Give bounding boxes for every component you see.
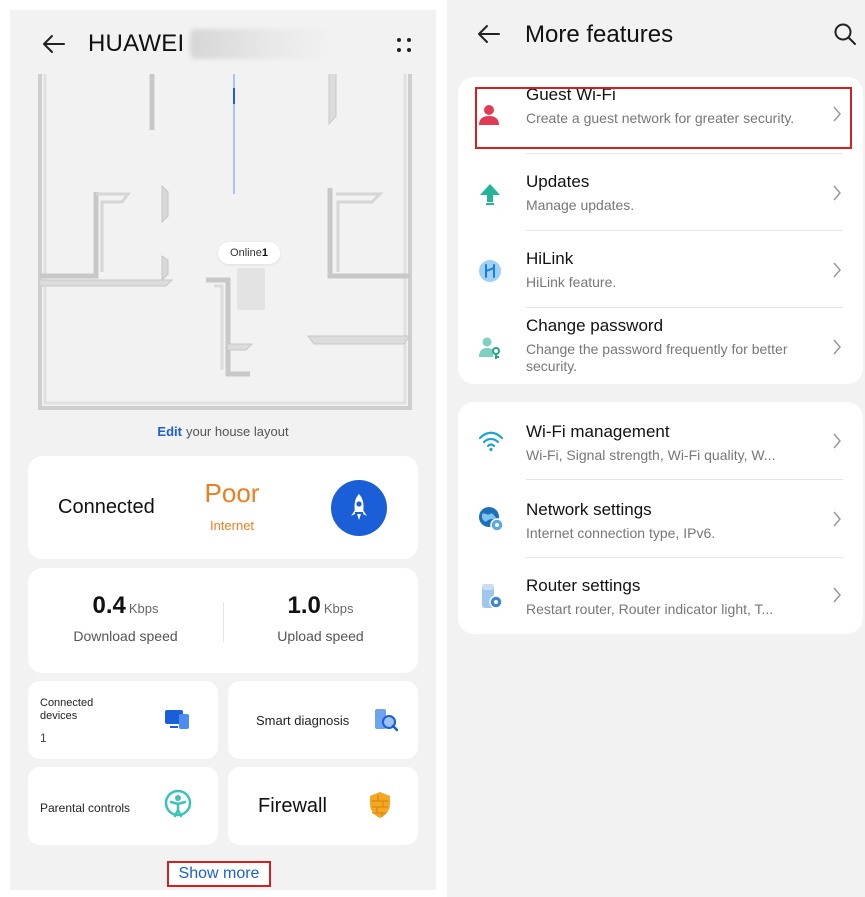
update-arrow-icon [478,182,502,211]
download-speed: 0.4 Kbps Download speed [28,592,223,644]
guest-user-icon [478,103,502,132]
chevron-right-icon [832,586,842,609]
back-arrow-icon[interactable] [40,30,68,58]
row-subtitle: Restart router, Router indicator light, … [526,601,774,617]
firewall-icon [368,791,392,824]
chevron-right-icon [832,510,842,533]
redacted-device-name [190,29,330,59]
speed-card: 0.4 Kbps Download speed 1.0 Kbps Upload sp… [28,568,418,673]
router-marker[interactable] [237,268,265,310]
download-value: 0.4 [92,592,126,619]
row-title: HiLink [526,249,574,268]
online-label: Online [230,247,262,259]
list-item-guest-wifi[interactable]: Guest Wi-Fi Create a guest network for g… [458,77,863,154]
chevron-right-icon [832,432,842,455]
back-arrow-icon[interactable] [475,20,503,48]
list-item-wifi-management[interactable]: Wi-Fi management Wi-Fi, Signal strength,… [458,402,863,480]
router-settings-icon [478,582,504,615]
upload-speed: 1.0 Kbps Upload speed [223,592,418,644]
hilink-icon [478,259,502,288]
parental-controls-icon [164,789,192,824]
features-group-2: Wi-Fi management Wi-Fi, Signal strength,… [458,402,863,634]
row-subtitle: Internet connection type, IPv6. [526,525,716,541]
more-features-screen: More features Guest Wi-Fi Create a guest… [447,0,865,897]
connection-status-card[interactable]: Connected Poor Internet [28,456,418,559]
top-bar: HUAWEI [10,10,436,80]
edit-layout-hint: Edit your house layout [10,424,436,439]
upload-value: 1.0 [287,592,321,619]
upload-label: Upload speed [277,628,364,644]
more-dots-icon[interactable] [392,32,416,58]
chevron-right-icon [832,105,842,128]
row-title: Updates [526,172,590,191]
page-title: HUAWEI [88,30,185,57]
row-subtitle: HiLink feature. [526,274,617,290]
download-label: Download speed [73,628,178,644]
parental-controls-label: Parental controls [40,801,131,815]
list-item-network-settings[interactable]: Network settings Internet connection typ… [458,480,863,558]
chevron-right-icon [832,184,842,207]
connected-devices-label: Connected devices [40,697,94,722]
page-title: More features [525,21,674,48]
list-item-router-settings[interactable]: Router settings Restart router, Router i… [458,558,863,634]
firewall-tile[interactable]: Firewall [228,767,418,845]
upload-unit: Kbps [323,601,354,616]
globe-settings-icon [478,506,504,537]
password-user-icon [478,336,502,365]
row-title: Guest Wi-Fi [526,85,616,104]
chevron-right-icon [832,338,842,361]
row-subtitle: Manage updates. [526,197,635,213]
online-count: 1 [261,247,268,259]
device-home-screen: HUAWEI Online1 Edit your house layout Co… [10,10,436,890]
list-item-change-password[interactable]: Change password Change the password freq… [458,308,863,384]
row-subtitle: Create a guest network for greater secur… [526,110,795,126]
row-title: Network settings [526,500,652,519]
firewall-label: Firewall [258,795,327,817]
row-subtitle: Wi-Fi, Signal strength, Wi-Fi quality, W… [526,447,776,463]
house-layout-map[interactable]: Online1 [38,74,412,410]
devices-icon [164,707,190,736]
row-subtitle: Change the password frequently for bette… [526,341,788,374]
diagnosis-icon [374,707,399,738]
list-item-hilink[interactable]: HiLink HiLink feature. [458,231,863,308]
row-title: Wi-Fi management [526,422,670,441]
speed-up-button[interactable] [331,480,387,536]
connected-devices-count: 1 [40,731,47,745]
online-count-chip: Online1 [218,242,280,264]
wifi-icon [478,430,504,457]
row-title: Router settings [526,576,641,595]
edit-layout-text: your house layout [185,424,289,439]
edit-layout-link[interactable]: Edit [157,424,182,439]
chevron-right-icon [832,261,842,284]
parental-controls-tile[interactable]: Parental controls [28,767,218,845]
show-more-button[interactable]: Show more [167,861,271,887]
search-icon[interactable] [833,22,857,46]
rocket-icon [351,494,367,520]
smart-diagnosis-label: Smart diagnosis [256,713,350,728]
list-item-updates[interactable]: Updates Manage updates. [458,154,863,231]
smart-diagnosis-tile[interactable]: Smart diagnosis [228,681,418,759]
features-group-1: Guest Wi-Fi Create a guest network for g… [458,77,863,384]
download-unit: Kbps [128,601,159,616]
row-title: Change password [526,316,664,335]
connected-devices-tile[interactable]: Connected devices 1 [28,681,218,759]
